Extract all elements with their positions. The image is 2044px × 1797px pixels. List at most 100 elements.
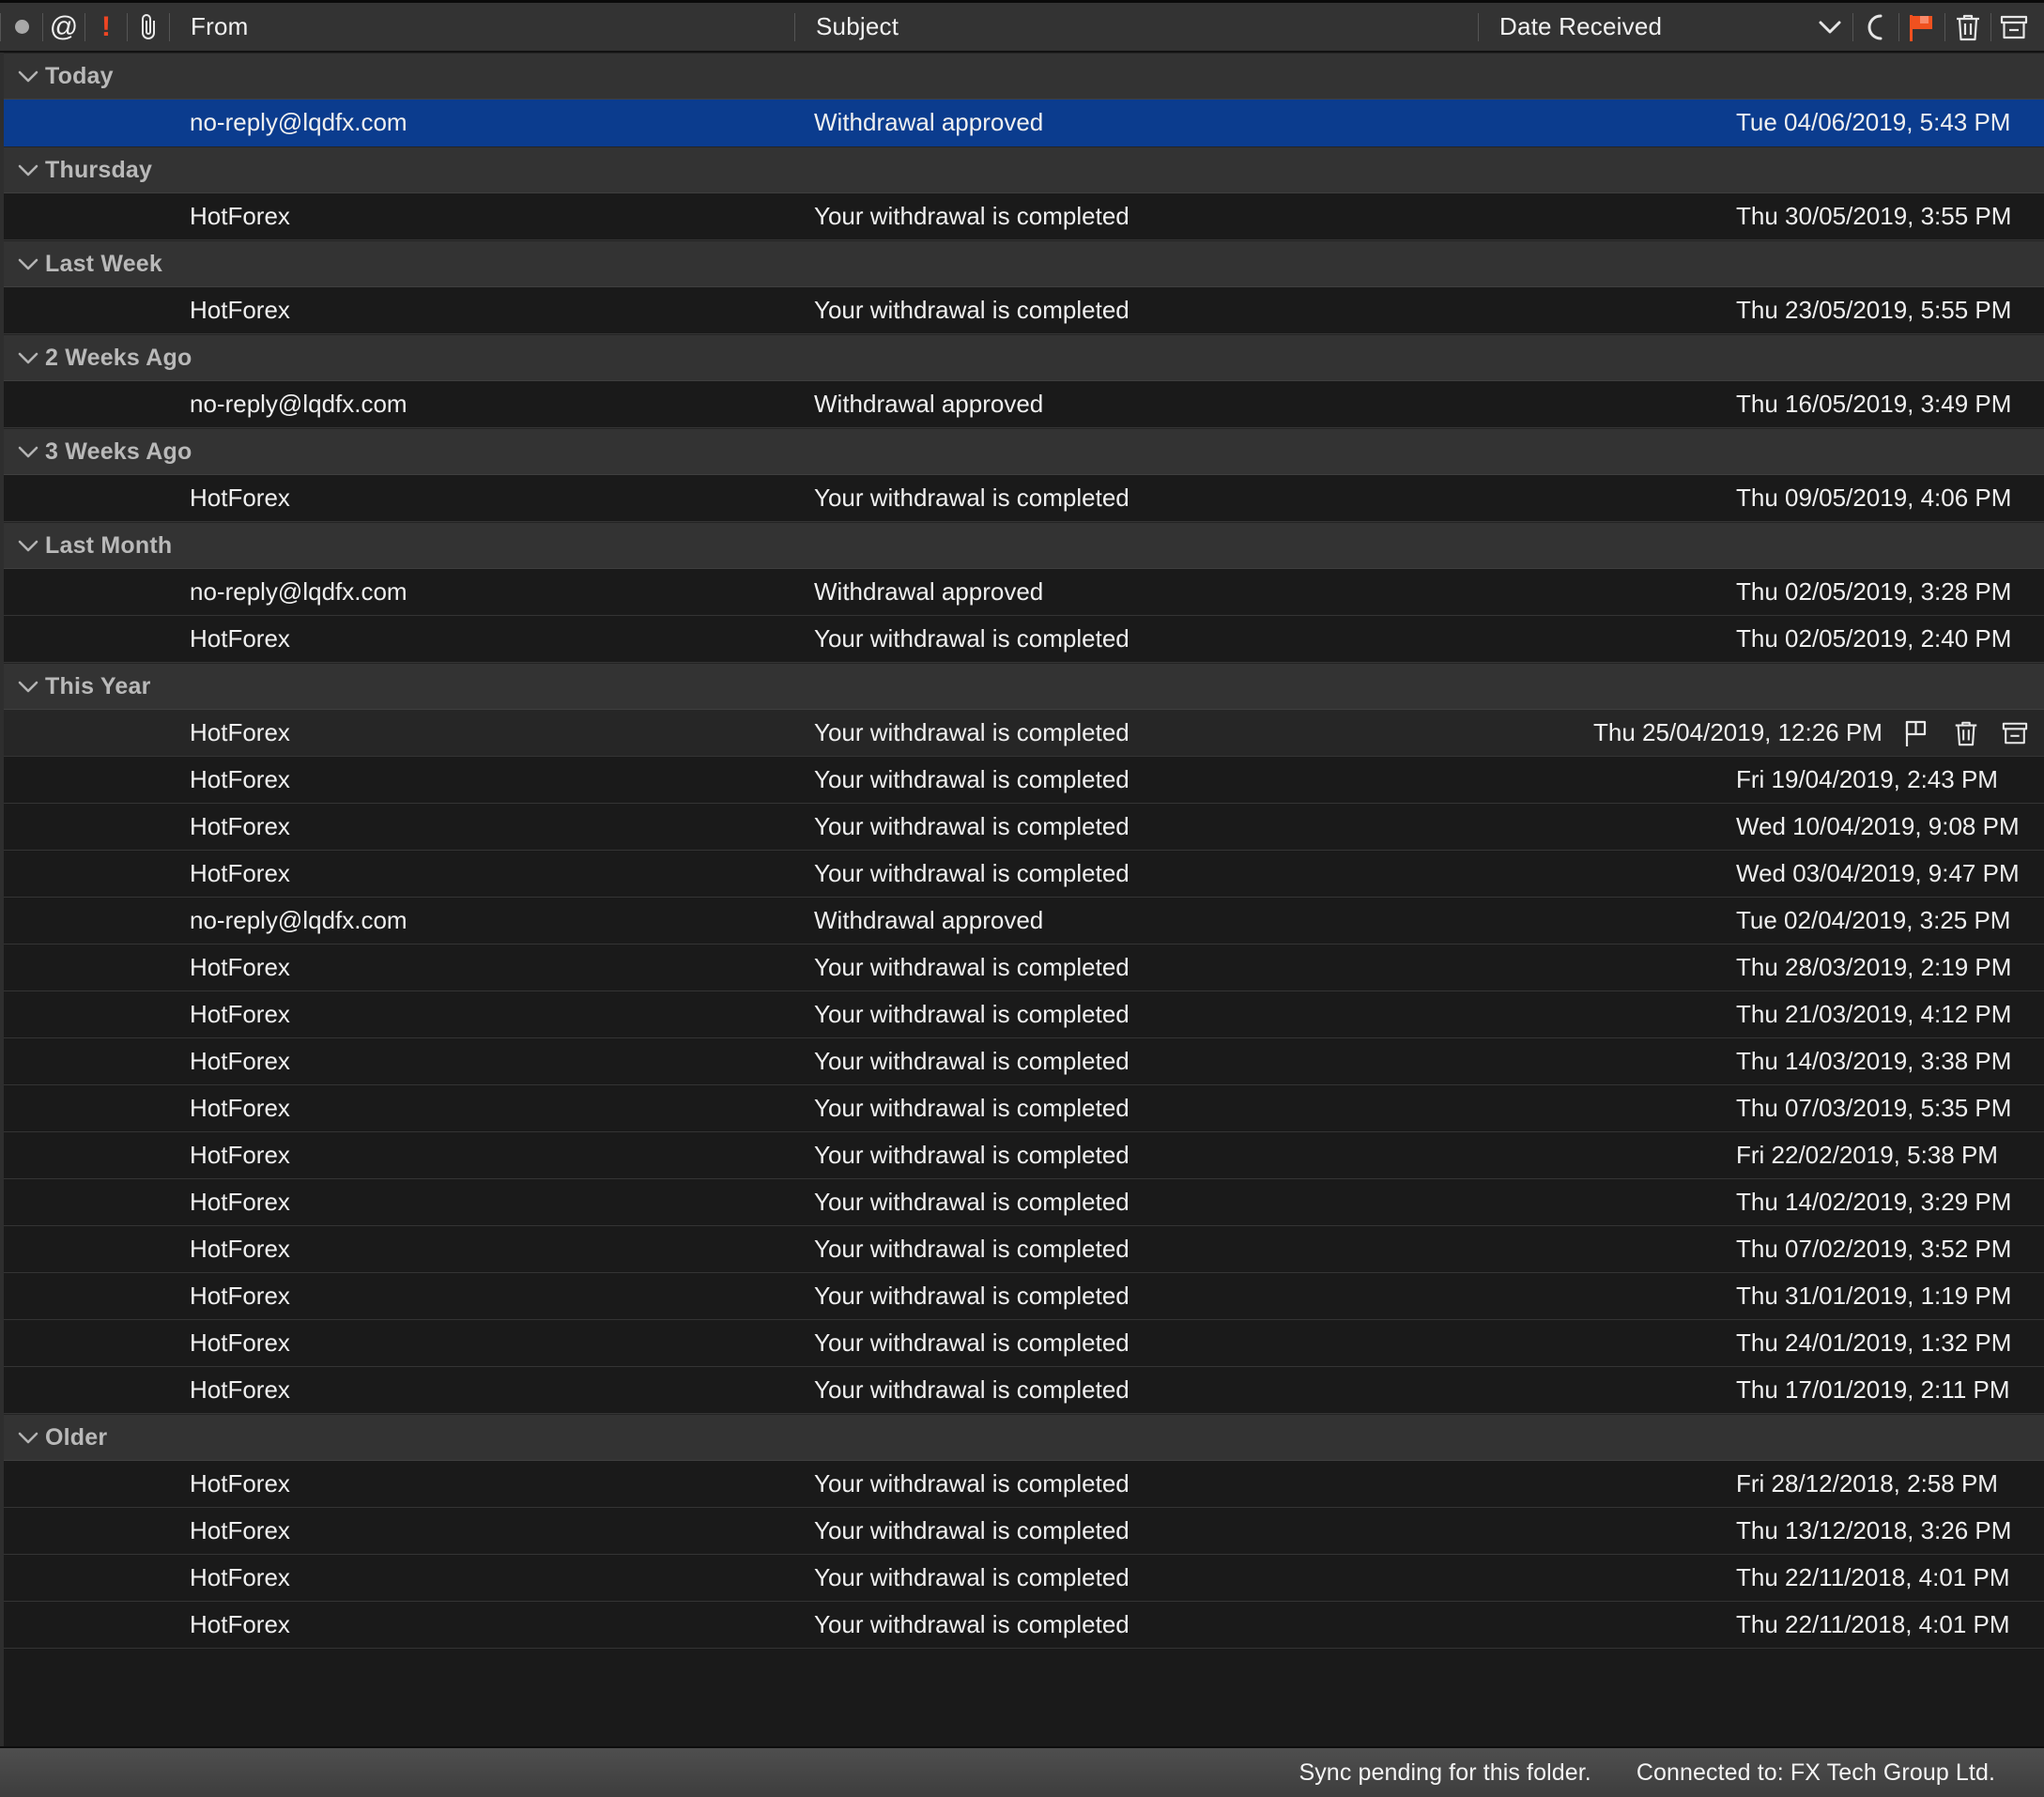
- message-row[interactable]: HotForex Your withdrawal is completed Thu …: [4, 1085, 2044, 1132]
- row-from: HotForex: [190, 765, 290, 793]
- trash-icon: [1953, 719, 1979, 747]
- row-subject: Your withdrawal is completed: [814, 296, 1130, 324]
- row-subject: Your withdrawal is completed: [814, 484, 1130, 512]
- chevron-down-icon[interactable]: [17, 256, 45, 271]
- message-row[interactable]: HotForex Your withdrawal is completed Fri …: [4, 757, 2044, 804]
- message-row[interactable]: HotForex Your withdrawal is completed Wed …: [4, 851, 2044, 898]
- column-header-mention[interactable]: @: [43, 3, 85, 51]
- attachment-paperclip-icon: [138, 12, 159, 42]
- message-row[interactable]: HotForex Your withdrawal is completed Thu …: [4, 616, 2044, 663]
- chevron-down-icon[interactable]: [17, 350, 45, 365]
- chevron-down-icon[interactable]: [17, 444, 45, 459]
- row-date-received: Thu 09/05/2019, 4:06 PM: [1736, 484, 2012, 512]
- row-from: HotForex: [190, 1329, 290, 1357]
- chevron-down-icon[interactable]: [17, 69, 45, 84]
- row-subject: Your withdrawal is completed: [814, 1282, 1130, 1310]
- row-trash-button[interactable]: [1950, 717, 1982, 749]
- row-flag-outline-button[interactable]: [1901, 717, 1933, 749]
- row-subject: Your withdrawal is completed: [814, 1141, 1130, 1169]
- row-from: HotForex: [190, 1563, 290, 1591]
- column-header-bar: @ ! From Subject Date Received: [0, 0, 2044, 53]
- row-date-received: Thu 22/11/2018, 4:01 PM: [1736, 1610, 2010, 1638]
- message-row[interactable]: HotForex Your withdrawal is completed Thu …: [4, 1320, 2044, 1367]
- mark-unread-button[interactable]: [1853, 3, 1898, 51]
- message-row[interactable]: HotForex Your withdrawal is completed Thu …: [4, 991, 2044, 1038]
- row-subject: Your withdrawal is completed: [814, 718, 1130, 746]
- sync-status-text: Sync pending for this folder.: [1299, 1759, 1591, 1786]
- message-row[interactable]: HotForex Your withdrawal is completed Thu …: [4, 1273, 2044, 1320]
- row-from: HotForex: [190, 484, 290, 512]
- message-list[interactable]: Today no-reply@lqdfx.com Withdrawal approv…: [0, 53, 2044, 1746]
- message-row[interactable]: HotForex Your withdrawal is completed Thu …: [4, 945, 2044, 991]
- row-subject: Your withdrawal is completed: [814, 953, 1130, 981]
- row-from: HotForex: [190, 859, 290, 887]
- row-from: no-reply@lqdfx.com: [190, 390, 407, 418]
- group-header[interactable]: This Year: [4, 663, 2044, 710]
- row-date-received: Fri 28/12/2018, 2:58 PM: [1736, 1469, 1998, 1498]
- message-row[interactable]: HotForex Your withdrawal is completed Thu …: [4, 475, 2044, 522]
- delete-button[interactable]: [1945, 3, 1990, 51]
- row-date-received: Thu 07/03/2019, 5:35 PM: [1736, 1094, 2012, 1122]
- row-archive-button[interactable]: [1999, 717, 2031, 749]
- message-row[interactable]: no-reply@lqdfx.com Withdrawal approved Tue…: [4, 898, 2044, 945]
- row-from: HotForex: [190, 1516, 290, 1544]
- message-row[interactable]: HotForex Your withdrawal is completed Thu …: [4, 1038, 2044, 1085]
- row-date-received: Thu 28/03/2019, 2:19 PM: [1736, 953, 2012, 981]
- row-date-received: Thu 13/12/2018, 3:26 PM: [1736, 1516, 2012, 1544]
- status-bar: Sync pending for this folder. Connected …: [0, 1746, 2044, 1797]
- row-from: HotForex: [190, 1000, 290, 1028]
- row-from: HotForex: [190, 624, 290, 653]
- row-from: no-reply@lqdfx.com: [190, 108, 407, 136]
- message-row[interactable]: HotForex Your withdrawal is completed Thu …: [4, 1367, 2044, 1414]
- archive-icon: [2001, 720, 2029, 746]
- row-subject: Your withdrawal is completed: [814, 1610, 1130, 1638]
- message-row[interactable]: no-reply@lqdfx.com Withdrawal approved Thu…: [4, 569, 2044, 616]
- message-row[interactable]: HotForex Your withdrawal is completed Thu …: [4, 1508, 2044, 1555]
- row-from: no-reply@lqdfx.com: [190, 906, 407, 934]
- row-date-received: Wed 10/04/2019, 9:08 PM: [1736, 812, 2020, 840]
- row-from: HotForex: [190, 1375, 290, 1404]
- mention-at-icon: @: [49, 10, 79, 42]
- column-header-priority[interactable]: !: [85, 3, 127, 51]
- row-from: HotForex: [190, 1282, 290, 1310]
- group-header[interactable]: Today: [4, 53, 2044, 100]
- header-action-buttons: [1807, 3, 2044, 51]
- column-header-subject[interactable]: Subject: [795, 3, 1478, 51]
- group-header[interactable]: 3 Weeks Ago: [4, 428, 2044, 475]
- message-row[interactable]: no-reply@lqdfx.com Withdrawal approved Thu…: [4, 381, 2044, 428]
- column-header-from[interactable]: From: [170, 3, 794, 51]
- message-row[interactable]: HotForex Your withdrawal is completed Thu …: [4, 287, 2044, 334]
- chevron-down-icon[interactable]: [17, 538, 45, 553]
- group-header[interactable]: Older: [4, 1414, 2044, 1461]
- column-header-date-received[interactable]: Date Received: [1479, 3, 1807, 51]
- message-row[interactable]: HotForex Your withdrawal is completed Thu …: [4, 1179, 2044, 1226]
- group-header[interactable]: Last Week: [4, 240, 2044, 287]
- chevron-down-icon[interactable]: [17, 1430, 45, 1445]
- sort-direction-button[interactable]: [1807, 3, 1852, 51]
- archive-button[interactable]: [1991, 3, 2036, 51]
- column-header-attachment[interactable]: [128, 3, 169, 51]
- connection-status-text: Connected to: FX Tech Group Ltd.: [1636, 1759, 1995, 1786]
- message-row[interactable]: HotForex Your withdrawal is completed Fri …: [4, 1461, 2044, 1508]
- row-subject: Your withdrawal is completed: [814, 624, 1130, 653]
- row-date-received: Thu 30/05/2019, 3:55 PM: [1736, 202, 2012, 230]
- group-header[interactable]: 2 Weeks Ago: [4, 334, 2044, 381]
- group-header[interactable]: Last Month: [4, 522, 2044, 569]
- row-subject: Your withdrawal is completed: [814, 1094, 1130, 1122]
- flag-button[interactable]: [1899, 3, 1944, 51]
- message-row[interactable]: HotForex Your withdrawal is completed Thu …: [4, 193, 2044, 240]
- group-header[interactable]: Thursday: [4, 146, 2044, 193]
- message-row[interactable]: HotForex Your withdrawal is completed Wed …: [4, 804, 2044, 851]
- message-row[interactable]: no-reply@lqdfx.com Withdrawal approved Tue…: [4, 100, 2044, 146]
- group-header-label: Thursday: [45, 156, 153, 183]
- message-row[interactable]: HotForex Your withdrawal is completed Fri …: [4, 1132, 2044, 1179]
- row-subject: Your withdrawal is completed: [814, 1563, 1130, 1591]
- message-row[interactable]: HotForex Your withdrawal is completed Thu …: [4, 1226, 2044, 1273]
- message-row[interactable]: HotForex Your withdrawal is completed Thu …: [4, 710, 2044, 757]
- message-row[interactable]: HotForex Your withdrawal is completed Thu …: [4, 1602, 2044, 1649]
- column-header-unread[interactable]: [1, 3, 42, 51]
- chevron-down-icon[interactable]: [17, 679, 45, 694]
- row-date-received: Thu 07/02/2019, 3:52 PM: [1736, 1235, 2012, 1263]
- chevron-down-icon[interactable]: [17, 162, 45, 177]
- message-row[interactable]: HotForex Your withdrawal is completed Thu …: [4, 1555, 2044, 1602]
